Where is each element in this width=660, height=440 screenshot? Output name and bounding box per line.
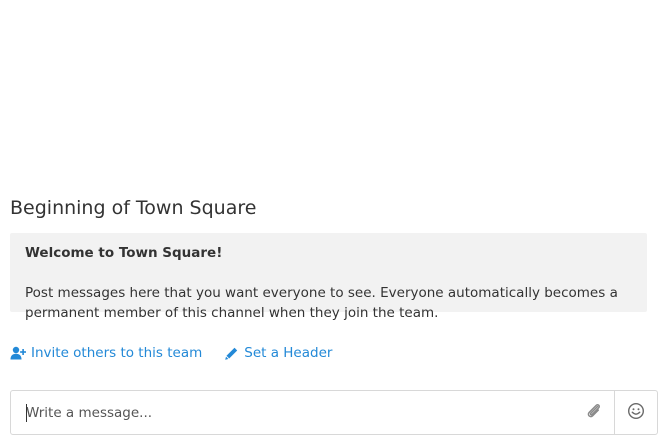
paperclip-icon bbox=[585, 402, 603, 424]
text-caret bbox=[26, 404, 27, 422]
channel-welcome-heading: Welcome to Town Square! bbox=[25, 245, 223, 261]
channel-intro-actions: Invite others to this team Set a Header bbox=[10, 343, 353, 363]
smiley-icon bbox=[627, 402, 645, 424]
channel-intro-box: Welcome to Town Square! Post messages he… bbox=[10, 233, 647, 321]
emoji-button[interactable] bbox=[614, 391, 657, 434]
user-plus-icon bbox=[10, 345, 26, 361]
set-header-label: Set a Header bbox=[244, 345, 333, 361]
channel-description: Post messages here that you want everyon… bbox=[25, 285, 618, 321]
message-composer bbox=[10, 390, 658, 435]
invite-others-link[interactable]: Invite others to this team bbox=[10, 345, 202, 361]
set-header-link[interactable]: Set a Header bbox=[223, 345, 332, 361]
channel-intro: Beginning of Town Square Welcome to Town… bbox=[10, 194, 647, 321]
attach-button[interactable] bbox=[574, 391, 614, 434]
channel-intro-title: Beginning of Town Square bbox=[10, 197, 257, 219]
message-input[interactable] bbox=[11, 391, 574, 434]
pencil-icon bbox=[223, 345, 239, 361]
invite-others-label: Invite others to this team bbox=[31, 345, 203, 361]
